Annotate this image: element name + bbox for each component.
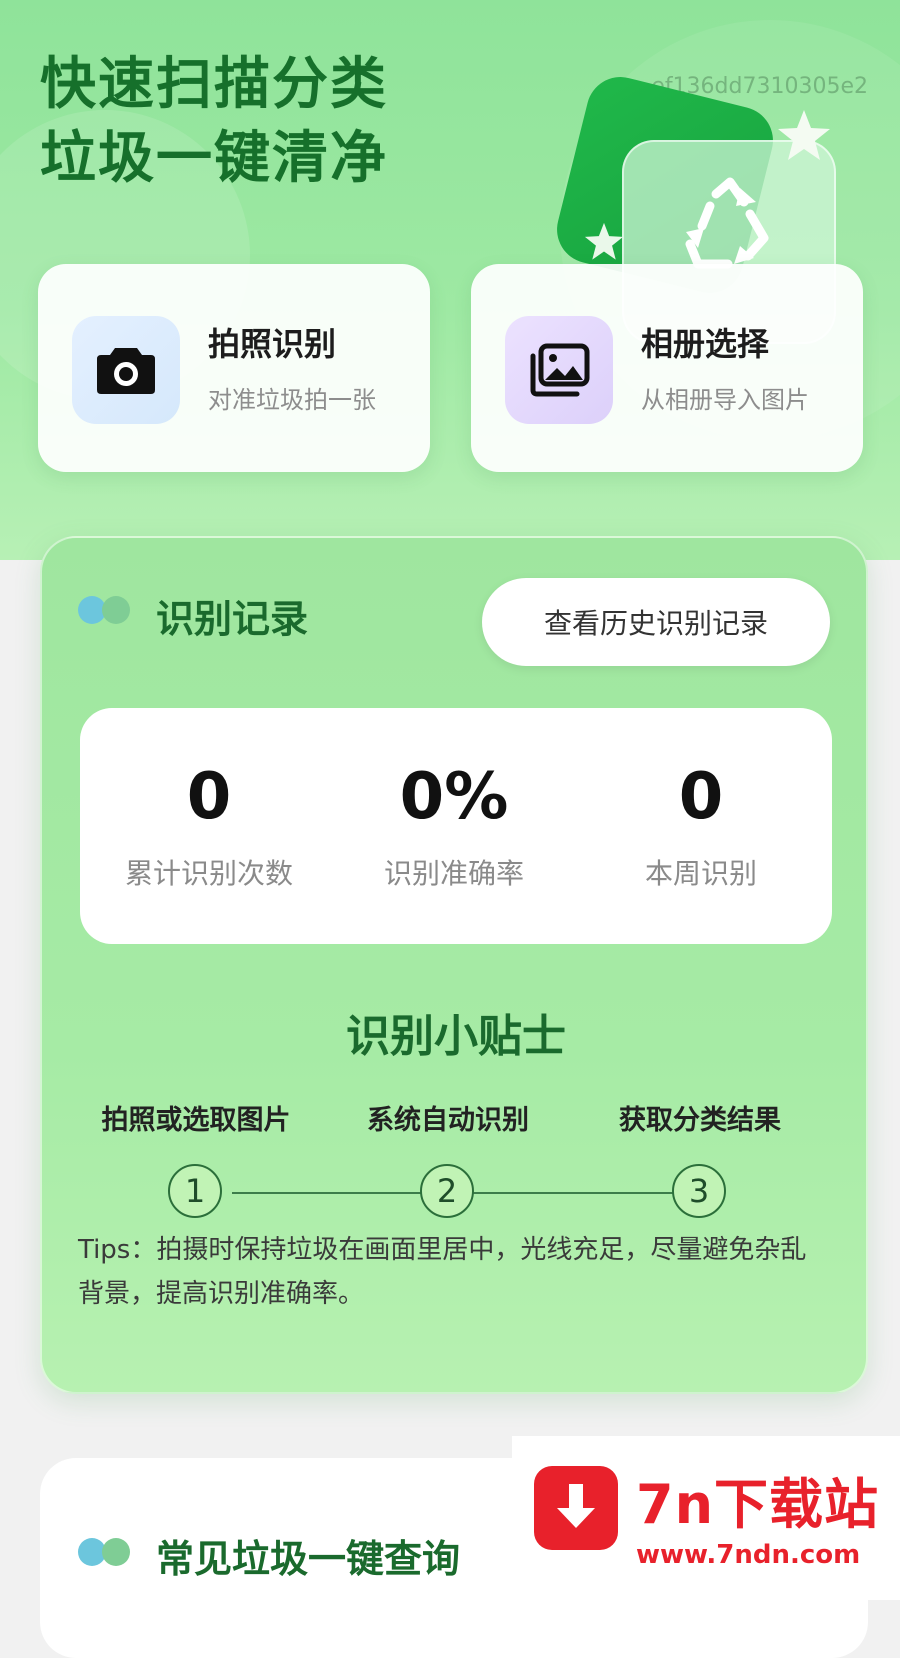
tips-title: 识别小贴士: [346, 1011, 566, 1062]
recognition-record-panel: 识别记录 查看历史识别记录 0 累计识别次数 0% 识别准确率 0 本周识别 识…: [40, 536, 868, 1394]
step-number: 3: [672, 1164, 726, 1218]
stat-week-value: 0: [678, 760, 724, 834]
stat-total-value: 0: [186, 760, 232, 834]
album-select-card[interactable]: 相册选择 从相册导入图片: [471, 264, 863, 472]
gallery-icon-tile: [505, 316, 613, 424]
gallery-icon: [530, 343, 590, 397]
hero-title-line1: 快速扫描分类: [40, 52, 388, 117]
dot-icon: [102, 1538, 130, 1566]
stat-accuracy-value: 0%: [399, 760, 509, 834]
section-dots-icon: [78, 1538, 130, 1566]
photo-recognition-title: 拍照识别: [208, 325, 337, 363]
view-history-button[interactable]: 查看历史识别记录: [482, 578, 830, 666]
photo-recognition-subtitle: 对准垃圾拍一张: [208, 386, 376, 414]
stat-total: 0 累计识别次数: [84, 760, 334, 892]
step-number: 1: [168, 1164, 222, 1218]
star-icon: [584, 222, 624, 260]
album-select-subtitle: 从相册导入图片: [641, 386, 809, 414]
download-arrow-icon: [557, 1484, 595, 1528]
album-select-title: 相册选择: [641, 325, 770, 363]
download-icon: [534, 1466, 618, 1550]
stats-card: 0 累计识别次数 0% 识别准确率 0 本周识别: [80, 708, 832, 944]
stat-week-label: 本周识别: [644, 857, 757, 890]
hero-title-line2: 垃圾一键清净: [40, 126, 388, 191]
star-icon: [778, 110, 830, 160]
camera-icon-tile: [72, 316, 180, 424]
stat-total-label: 累计识别次数: [124, 857, 293, 890]
watermark: 7n下载站 www.7ndn.com: [512, 1436, 900, 1600]
step-label: 系统自动识别: [367, 1105, 529, 1136]
common-garbage-title: 常见垃圾一键查询: [156, 1537, 461, 1581]
step-number: 2: [420, 1164, 474, 1218]
hero-banner: 快速扫描分类 垃圾一键清净 ef136dd7310305e2 拍照识别 对准垃圾…: [0, 0, 900, 560]
tips-text: Tips：拍摄时保持垃圾在画面里居中，光线充足，尽量避免杂乱背景，提高识别准确率…: [78, 1235, 807, 1309]
photo-recognition-card[interactable]: 拍照识别 对准垃圾拍一张: [38, 264, 430, 472]
recycle-illustration: [548, 69, 868, 344]
records-title: 识别记录: [156, 597, 309, 641]
stat-week: 0 本周识别: [576, 760, 826, 892]
stat-accuracy: 0% 识别准确率: [329, 760, 579, 892]
watermark-name: 7n下载站: [636, 1473, 880, 1536]
hero-title: 快速扫描分类 垃圾一键清净: [40, 48, 388, 196]
watermark-url: www.7ndn.com: [636, 1540, 861, 1570]
section-dots-icon: [78, 596, 130, 624]
step-label: 获取分类结果: [619, 1105, 781, 1136]
dot-icon: [102, 596, 130, 624]
camera-icon: [97, 348, 155, 394]
stat-accuracy-label: 识别准确率: [383, 857, 524, 890]
step-label: 拍照或选取图片: [101, 1105, 291, 1136]
